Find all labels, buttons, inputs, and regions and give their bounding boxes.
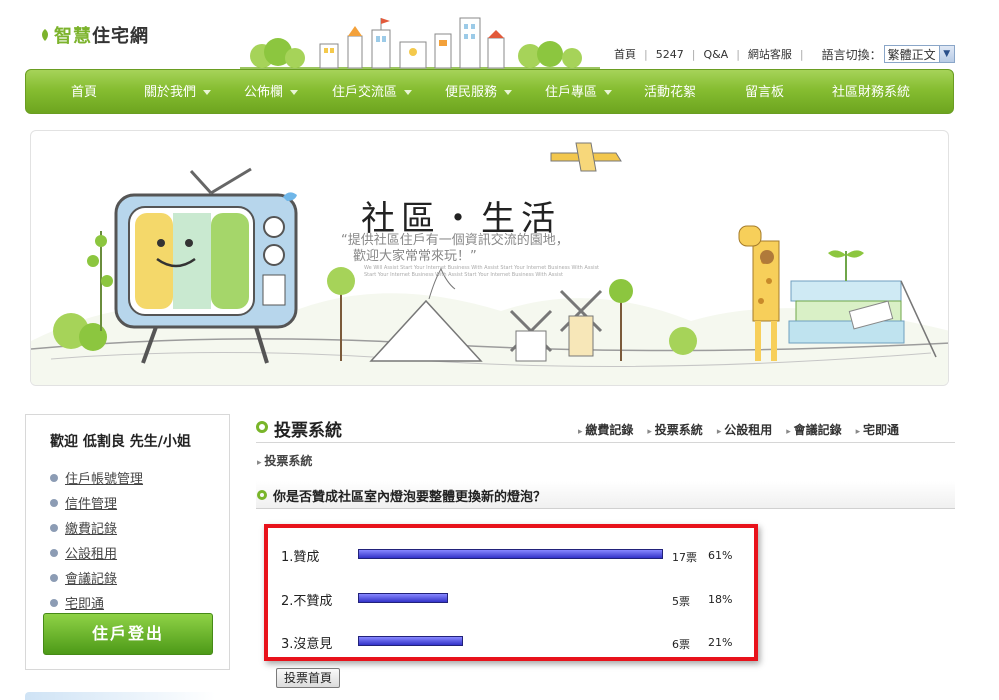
vote-count: 5票	[672, 595, 690, 608]
subnav-delivery[interactable]: 宅即通	[856, 421, 899, 438]
caret-down-icon	[203, 90, 212, 95]
member-sidebar: 歡迎 低割良 先生/小姐 住戶帳號管理 信件管理 繳費記錄 公設租用 會議記錄 …	[25, 414, 230, 670]
nav-item-bulletin[interactable]: 公佈欄	[244, 70, 299, 115]
bullet-icon	[50, 598, 58, 607]
top-link-qa[interactable]: Q&A	[703, 48, 728, 61]
sidebar-item-facility: 公設租用	[50, 540, 143, 565]
vote-bar	[358, 593, 448, 603]
nav-item-finance[interactable]: 社區財務系統	[832, 70, 910, 115]
nav-item-guestbook[interactable]: 留言板	[745, 70, 784, 115]
sidebar-link-mail[interactable]: 信件管理	[65, 493, 117, 512]
caret-down-icon	[404, 90, 413, 95]
main-nav: 首頁 關於我們 公佈欄 住戶交流區 便民服務 住戶專區 活動花絮 留言板 社區財…	[25, 69, 954, 114]
site-logo[interactable]: 智慧住宅網	[40, 22, 149, 48]
language-selected-value: 繁體正文	[887, 47, 936, 62]
vote-count: 6票	[672, 638, 690, 651]
chevron-down-icon: ▼	[938, 46, 954, 62]
caret-down-icon	[504, 90, 513, 95]
sidebar-item-account: 住戶帳號管理	[50, 465, 143, 490]
sidebar-item-delivery: 宅即通	[50, 590, 143, 615]
nav-item-about[interactable]: 關於我們	[144, 70, 212, 115]
member-menu: 住戶帳號管理 信件管理 繳費記錄 公設租用 會議記錄 宅即通	[50, 465, 143, 615]
poll-results: 1.贊成 17票 61% 2.不贊成 5票 18% 3.沒意見 6票 21%	[264, 524, 758, 661]
sidebar-item-meetings: 會議記錄	[50, 565, 143, 590]
nav-item-services[interactable]: 便民服務	[445, 70, 513, 115]
hero-banner: 社區・生活 “提供社區住戶有一個資訊交流的園地， 歡迎大家常常來玩！” We W…	[30, 130, 949, 386]
vote-bar	[358, 636, 463, 646]
subnav-meetings[interactable]: 會議記錄	[786, 421, 842, 438]
breadcrumb[interactable]: 投票系統	[257, 452, 312, 469]
section-ring-icon	[256, 421, 268, 433]
sidebar-link-delivery[interactable]: 宅即通	[65, 593, 104, 612]
divider	[256, 442, 955, 443]
language-label: 語言切換：	[821, 47, 882, 62]
vote-bar	[358, 549, 663, 559]
sidebar-link-facility[interactable]: 公設租用	[65, 543, 117, 562]
banner-subtitle: “提供社區住戶有一個資訊交流的園地， 歡迎大家常常來玩！”	[341, 233, 569, 264]
welcome-text: 歡迎 低割良 先生/小姐	[50, 434, 191, 450]
vote-percent: 21%	[708, 636, 733, 649]
sidebar-bottom-edge	[25, 692, 215, 700]
nav-item-activities[interactable]: 活動花絮	[644, 70, 696, 115]
bullet-icon	[50, 473, 58, 482]
option-label: 1.贊成	[281, 550, 320, 565]
vote-percent: 61%	[708, 549, 733, 562]
bullet-icon	[50, 573, 58, 582]
top-link-support[interactable]: 網站客服	[748, 46, 792, 62]
sidebar-link-meetings[interactable]: 會議記錄	[65, 568, 117, 587]
nav-item-home[interactable]: 首頁	[71, 70, 97, 115]
top-link-home[interactable]: 首頁	[614, 46, 636, 62]
logo-text: 智慧住宅網	[54, 26, 149, 47]
sidebar-link-account[interactable]: 住戶帳號管理	[65, 468, 143, 487]
caret-down-icon	[290, 90, 299, 95]
poll-home-button[interactable]: 投票首頁	[276, 668, 340, 688]
option-label: 2.不贊成	[281, 594, 333, 609]
sidebar-item-mail: 信件管理	[50, 490, 143, 515]
caret-down-icon	[604, 90, 613, 95]
sidebar-link-payments[interactable]: 繳費記錄	[65, 518, 117, 537]
top-link-5247[interactable]: 5247	[656, 48, 684, 61]
sub-nav: 繳費記錄 投票系統 公設租用 會議記錄 宅即通	[578, 421, 913, 438]
language-select[interactable]: 繁體正文 ▼	[883, 45, 955, 63]
option-label: 3.沒意見	[281, 637, 333, 652]
banner-fine-print: We Will Assist Start Your Internet Busin…	[364, 265, 600, 278]
subnav-facility[interactable]: 公設租用	[717, 421, 772, 438]
poll-question: 你是否贊成社區室內燈泡要整體更換新的燈泡？	[273, 490, 547, 505]
skyline-illustration	[240, 17, 600, 69]
bullet-icon	[50, 548, 58, 557]
bullet-icon	[50, 523, 58, 532]
subnav-payments[interactable]: 繳費記錄	[578, 421, 633, 438]
nav-item-resident-forum[interactable]: 住戶交流區	[332, 70, 413, 115]
leaf-icon	[42, 29, 48, 41]
question-ring-icon	[257, 490, 267, 500]
vote-count: 17票	[672, 551, 697, 564]
bullet-icon	[50, 498, 58, 507]
logout-button[interactable]: 住戶登出	[43, 613, 213, 655]
page-title: 投票系統	[274, 421, 342, 441]
sidebar-item-payments: 繳費記錄	[50, 515, 143, 540]
vote-percent: 18%	[708, 593, 733, 606]
subnav-voting[interactable]: 投票系統	[647, 421, 703, 438]
nav-item-resident-area[interactable]: 住戶專區	[545, 70, 613, 115]
top-links: 首頁 | 5247 | Q&A | 網站客服 | 語言切換： 繁體正文 ▼	[614, 45, 955, 63]
